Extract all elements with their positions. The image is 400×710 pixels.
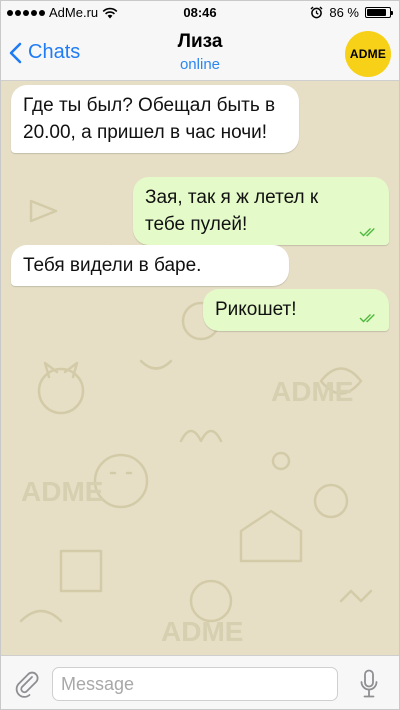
status-bar: AdMe.ru 08:46 86 % [1, 1, 399, 25]
battery-icon [365, 7, 393, 18]
chat-wallpaper-pattern: ADME ADME ADME [19, 199, 375, 647]
chat-header: Chats Лиза online ADME [1, 25, 399, 81]
message-text: Рикошет! [215, 299, 297, 320]
avatar-text: ADME [349, 47, 387, 61]
app-screen: AdMe.ru 08:46 86 % Chats Лиза online ADM… [0, 0, 400, 710]
double-check-icon [359, 228, 375, 237]
svg-text:ADME: ADME [161, 616, 243, 647]
svg-text:ADME: ADME [271, 376, 353, 407]
status-indicators: 86 % [310, 5, 393, 20]
contact-name[interactable]: Лиза [1, 31, 399, 53]
battery-percent: 86 % [329, 5, 359, 20]
message-input[interactable] [52, 667, 338, 701]
paperclip-icon[interactable] [13, 670, 41, 698]
contact-status: online [179, 56, 221, 73]
microphone-icon[interactable] [359, 669, 379, 699]
message-text: Зая, так я ж летел к тебе пулей! [145, 187, 319, 235]
message-composer [1, 655, 399, 709]
alarm-icon [310, 6, 323, 19]
svg-text:ADME: ADME [21, 476, 103, 507]
message-outgoing[interactable]: Рикошет! [203, 289, 389, 331]
message-incoming[interactable]: Где ты был? Обещал быть в 20.00, а прише… [11, 85, 299, 153]
message-outgoing[interactable]: Зая, так я ж летел к тебе пулей! [133, 177, 389, 245]
message-text: Где ты был? Обещал быть в 20.00, а прише… [23, 95, 276, 143]
contact-avatar[interactable]: ADME [345, 31, 391, 77]
message-list[interactable]: ADME ADME ADME Где ты был? Обещал быть в… [1, 81, 399, 655]
message-text: Тебя видели в баре. [23, 255, 202, 276]
message-incoming[interactable]: Тебя видели в баре. [11, 245, 289, 286]
double-check-icon [359, 314, 375, 323]
